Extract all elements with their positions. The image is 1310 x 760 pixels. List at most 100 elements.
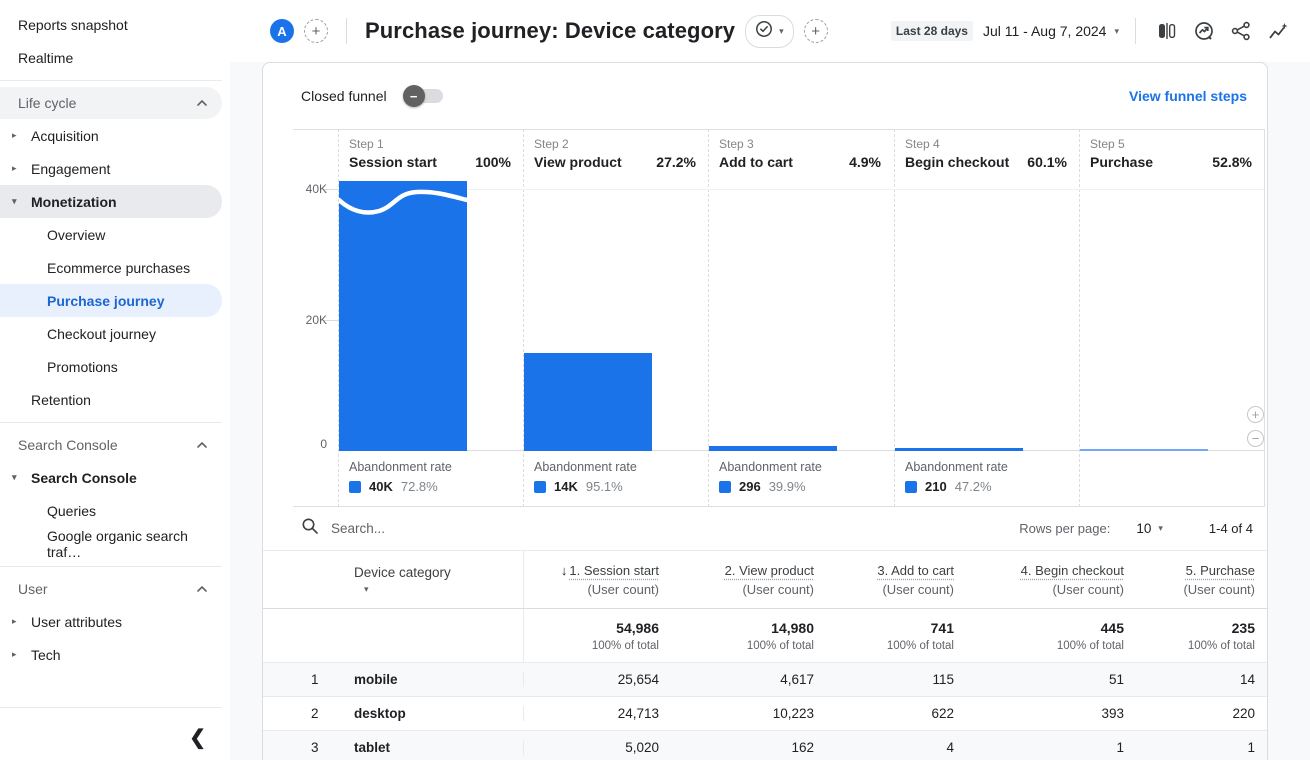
legend-square-icon [905, 481, 917, 493]
plus-icon: + [811, 23, 820, 40]
sidebar-divider [0, 422, 222, 423]
sidebar-section-search-console[interactable]: Search Console [0, 429, 222, 461]
y-tick-0: 0 [267, 437, 327, 451]
sidebar-item-monetization[interactable]: ▾Monetization [0, 185, 222, 218]
sidebar-item-reports-snapshot[interactable]: Reports snapshot [0, 8, 222, 41]
toggle-knob-minus-icon: − [403, 85, 425, 107]
sidebar-item-retention[interactable]: Retention [0, 383, 222, 416]
closed-funnel-label: Closed funnel [301, 88, 387, 104]
funnel-bottom-border [293, 506, 1264, 507]
sidebar-item-ecommerce-purchases[interactable]: Ecommerce purchases [0, 251, 222, 284]
chevron-down-icon[interactable]: ▾ [1158, 523, 1163, 534]
step-completion-rate: 4.9% [849, 154, 881, 170]
sidebar-section-user[interactable]: User [0, 573, 222, 605]
step-name: Purchase [1090, 154, 1153, 170]
date-range-value[interactable]: Jul 11 - Aug 7, 2024 [983, 23, 1107, 39]
step-completion-rate: 52.8% [1212, 154, 1252, 170]
search-icon [301, 517, 319, 540]
insights-sparkle-icon[interactable] [1266, 19, 1290, 43]
abandonment-cell: Abandonment rate 40K72.8% [338, 451, 523, 507]
check-circle-icon [755, 20, 773, 43]
expand-open-icon[interactable]: ▾ [12, 472, 17, 483]
closed-funnel-toggle[interactable]: − [405, 89, 443, 103]
chevron-up-icon[interactable] [196, 441, 208, 449]
table-row-tablet[interactable]: 3 tablet 5,020 162 4 1 1 [263, 731, 1267, 760]
sidebar-item-queries[interactable]: Queries [0, 494, 222, 527]
view-funnel-steps-link[interactable]: View funnel steps [1129, 88, 1247, 104]
zoom-in-button[interactable]: + [1247, 406, 1264, 423]
sidebar-item-realtime[interactable]: Realtime [0, 41, 222, 74]
column-header-begin-checkout[interactable]: 4. Begin checkout (User count) [968, 551, 1138, 608]
column-header-add-to-cart[interactable]: 3. Add to cart (User count) [828, 551, 968, 608]
y-tick-20k: 20K [267, 313, 327, 327]
insights-bubble-icon[interactable] [1192, 19, 1216, 43]
share-icon[interactable] [1229, 19, 1253, 43]
expand-closed-icon[interactable]: ▸ [12, 163, 17, 174]
funnel-bar-view-product[interactable] [524, 353, 652, 451]
sidebar-item-engagement[interactable]: ▸Engagement [0, 152, 222, 185]
collapse-sidebar-button[interactable]: ❮ [189, 727, 206, 749]
sidebar-item-google-organic-search[interactable]: Google organic search traf… [0, 527, 222, 560]
sidebar-item-promotions[interactable]: Promotions [0, 350, 222, 383]
search-input[interactable] [331, 521, 631, 536]
date-range-chip: Last 28 days [891, 21, 973, 41]
expand-closed-icon[interactable]: ▸ [12, 649, 17, 660]
chevron-down-icon: ▾ [779, 26, 784, 37]
sidebar-item-user-attributes[interactable]: ▸User attributes [0, 605, 222, 638]
report-header: A + Purchase journey: Device category ▾ … [230, 0, 1310, 62]
zoom-out-button[interactable]: − [1247, 430, 1264, 447]
header-divider [1135, 18, 1136, 44]
sidebar-divider [0, 80, 222, 81]
abandonment-cell: Abandonment rate 29639.9% [708, 451, 893, 507]
sidebar-item-acquisition[interactable]: ▸Acquisition [0, 119, 222, 152]
table-row-mobile[interactable]: 1 mobile 25,654 4,617 115 51 14 [263, 663, 1267, 697]
sidebar-item-checkout-journey[interactable]: Checkout journey [0, 317, 222, 350]
legend-square-icon [534, 481, 546, 493]
step-name: Session start [349, 154, 437, 170]
column-header-purchase[interactable]: 5. Purchase (User count) [1138, 551, 1269, 608]
funnel-data-table: Device category▾ ↓1. Session start (User… [263, 551, 1267, 760]
funnel-step-header: Step 2 View product27.2% [523, 129, 708, 181]
edit-comparisons-icon[interactable] [1155, 19, 1179, 43]
column-header-view-product[interactable]: 2. View product (User count) [673, 551, 828, 608]
funnel-step-header: Step 3 Add to cart4.9% [708, 129, 893, 181]
chevron-up-icon[interactable] [196, 585, 208, 593]
expand-closed-icon[interactable]: ▸ [12, 616, 17, 627]
column-header-session-start[interactable]: ↓1. Session start (User count) [523, 551, 673, 608]
sidebar-item-overview[interactable]: Overview [0, 218, 222, 251]
abandonment-cell: Abandonment rate 14K95.1% [523, 451, 708, 507]
step-completion-rate: 27.2% [656, 154, 696, 170]
funnel-bar-session-start[interactable] [339, 181, 467, 451]
sidebar-section-life-cycle[interactable]: Life cycle [0, 87, 222, 119]
expand-open-icon[interactable]: ▾ [12, 196, 17, 207]
sidebar-item-purchase-journey[interactable]: Purchase journey [0, 284, 222, 317]
step-name: View product [534, 154, 622, 170]
y-tick-40k: 40K [267, 182, 327, 196]
comparison-chip-a[interactable]: A [270, 19, 294, 43]
sidebar-item-tech[interactable]: ▸Tech [0, 638, 222, 671]
chevron-down-icon[interactable]: ▾ [1114, 26, 1119, 37]
table-row-desktop[interactable]: 2 desktop 24,713 10,223 622 393 220 [263, 697, 1267, 731]
funnel-chart: Step 1 Session start100% Step 2 View pro… [263, 129, 1267, 507]
ga4-app: Reports snapshot Realtime Life cycle ▸Ac… [0, 0, 1310, 760]
add-report-tab-button[interactable]: + [804, 19, 828, 43]
sidebar-item-search-console[interactable]: ▾Search Console [0, 461, 222, 494]
funnel-step-header: Step 5 Purchase52.8% [1079, 129, 1264, 181]
table-totals-row: 54,986100% of total 14,980100% of total … [263, 609, 1267, 663]
bar-clipped-tear-line [339, 187, 467, 221]
report-status-pill[interactable]: ▾ [745, 15, 794, 48]
funnel-step-header: Step 1 Session start100% [338, 129, 523, 181]
pagination-status: 1-4 of 4 [1209, 521, 1253, 536]
add-comparison-button[interactable]: + [304, 19, 328, 43]
expand-closed-icon[interactable]: ▸ [12, 130, 17, 141]
rows-per-page-select[interactable]: 10 [1136, 521, 1151, 536]
dimension-selector[interactable]: Device category▾ [326, 551, 523, 608]
funnel-bar-purchase[interactable] [1080, 449, 1208, 451]
page-title: Purchase journey: Device category [365, 18, 735, 44]
plus-icon: + [312, 23, 321, 40]
sidebar-divider [0, 707, 222, 708]
funnel-plot: 40K 20K 0 + [263, 181, 1269, 451]
chevron-up-icon[interactable] [196, 99, 208, 107]
step-name: Add to cart [719, 154, 793, 170]
header-divider [346, 18, 347, 44]
